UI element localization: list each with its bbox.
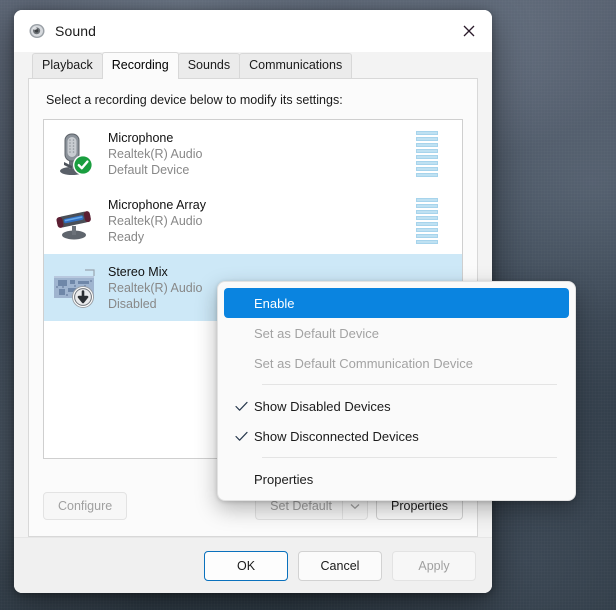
menu-item-label: Show Disabled Devices bbox=[254, 398, 391, 414]
panel-hint-text: Select a recording device below to modif… bbox=[46, 93, 343, 107]
menu-separator bbox=[262, 457, 557, 458]
device-context-menu: Enable Set as Default Device Set as Defa… bbox=[217, 281, 576, 501]
ok-button[interactable]: OK bbox=[204, 550, 288, 581]
device-text: Microphone Realtek(R) Audio Default Devi… bbox=[108, 130, 416, 178]
device-status: Default Device bbox=[108, 162, 190, 177]
menu-item-label: Show Disconnected Devices bbox=[254, 428, 419, 444]
menu-item-show-disconnected-devices[interactable]: Show Disconnected Devices bbox=[224, 421, 569, 451]
menu-item-label: Set as Default Communication Device bbox=[254, 355, 473, 371]
window-title: Sound bbox=[55, 23, 96, 39]
close-icon[interactable] bbox=[446, 10, 492, 52]
device-driver: Realtek(R) Audio bbox=[108, 146, 203, 161]
microphone-array-icon bbox=[50, 195, 102, 247]
menu-item-label: Properties bbox=[254, 471, 314, 487]
menu-item-set-as-default-device[interactable]: Set as Default Device bbox=[224, 318, 569, 348]
device-row-microphone[interactable]: Microphone Realtek(R) Audio Default Devi… bbox=[44, 120, 462, 187]
device-name: Stereo Mix bbox=[108, 264, 168, 279]
checkmark-icon bbox=[228, 401, 254, 412]
menu-item-properties[interactable]: Properties bbox=[224, 464, 569, 494]
device-status: Ready bbox=[108, 229, 145, 244]
speaker-icon bbox=[28, 22, 46, 40]
device-driver: Realtek(R) Audio bbox=[108, 213, 203, 228]
tab-communications[interactable]: Communications bbox=[239, 53, 353, 78]
menu-item-label: Set as Default Device bbox=[254, 325, 380, 341]
device-name: Microphone bbox=[108, 130, 174, 145]
menu-item-show-disabled-devices[interactable]: Show Disabled Devices bbox=[224, 391, 569, 421]
tab-sounds[interactable]: Sounds bbox=[177, 53, 241, 78]
device-name: Microphone Array bbox=[108, 197, 206, 212]
tab-playback[interactable]: Playback bbox=[32, 53, 103, 78]
menu-separator bbox=[262, 384, 557, 385]
microphone-icon bbox=[50, 128, 102, 180]
menu-item-label: Enable bbox=[254, 295, 295, 311]
default-check-badge bbox=[73, 154, 93, 175]
device-text: Microphone Array Realtek(R) Audio Ready bbox=[108, 197, 416, 245]
volume-meter bbox=[416, 130, 438, 177]
tab-strip: Playback Recording Sounds Communications bbox=[14, 52, 492, 79]
menu-item-set-as-default-communication-device[interactable]: Set as Default Communication Device bbox=[224, 348, 569, 378]
menu-item-enable[interactable]: Enable bbox=[224, 288, 569, 318]
checkmark-icon bbox=[228, 431, 254, 442]
tab-recording[interactable]: Recording bbox=[101, 52, 179, 79]
sound-card-icon bbox=[50, 262, 102, 314]
title-bar: Sound bbox=[14, 10, 492, 52]
dialog-footer: OK Cancel Apply bbox=[14, 537, 492, 593]
disabled-arrow-badge bbox=[72, 285, 94, 308]
volume-meter bbox=[416, 197, 438, 244]
cancel-button[interactable]: Cancel bbox=[298, 550, 382, 581]
apply-button[interactable]: Apply bbox=[392, 550, 476, 581]
configure-button[interactable]: Configure bbox=[43, 492, 128, 520]
device-row-microphone-array[interactable]: Microphone Array Realtek(R) Audio Ready bbox=[44, 187, 462, 254]
